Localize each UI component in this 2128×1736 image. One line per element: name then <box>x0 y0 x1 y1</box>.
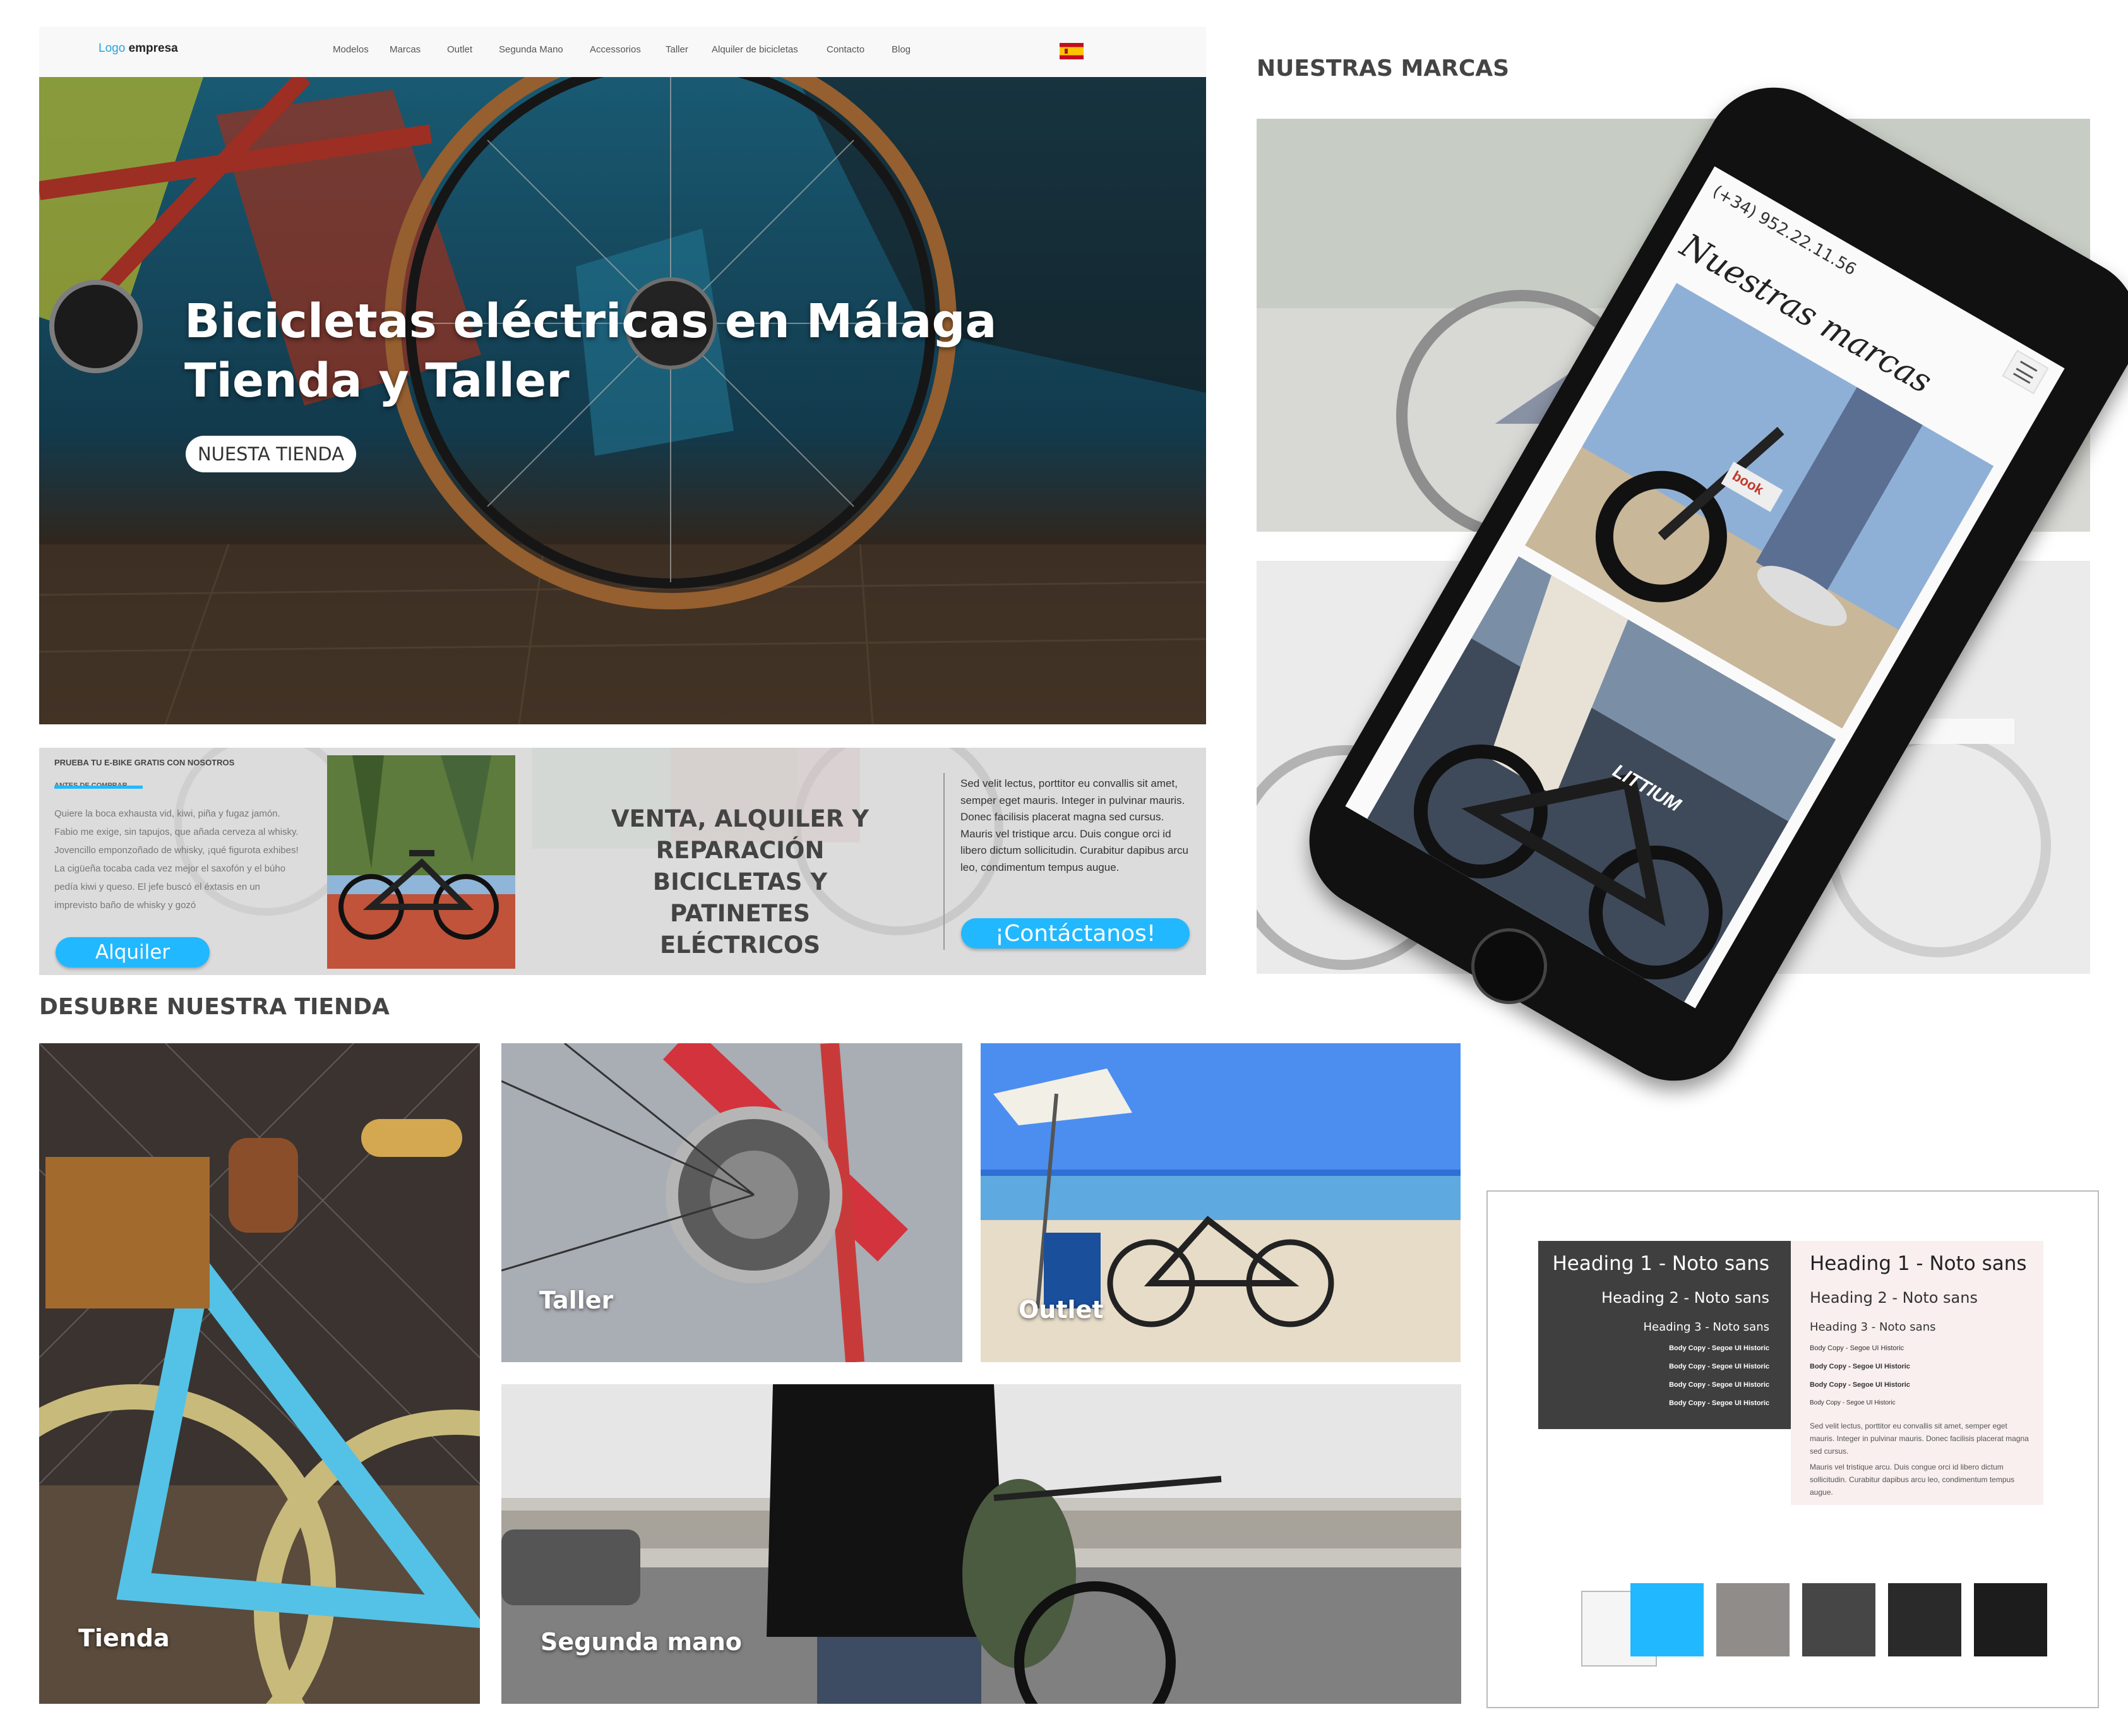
store-button[interactable]: NUESTA TIENDA <box>186 436 356 472</box>
light-body-2: Body Copy - Segoe UI Historic <box>1810 1363 1910 1370</box>
light-body-1: Body Copy - Segoe UI Historic <box>1810 1344 1904 1352</box>
contact-button[interactable]: ¡Contáctanos! <box>961 918 1190 949</box>
taller-tile[interactable]: Taller <box>501 1043 962 1362</box>
dark-body-1: Body Copy - Segoe UI Historic <box>1669 1344 1769 1352</box>
banner-divider <box>943 773 945 950</box>
light-paragraph-2: Mauris vel tristique arcu. Duis congue o… <box>1810 1463 2015 1497</box>
hero-title-line2: Tienda y Taller <box>184 354 570 408</box>
nav-item-contacto[interactable]: Contacto <box>827 44 864 55</box>
nav-item-segunda-mano[interactable]: Segunda Mano <box>499 44 563 55</box>
hero-banner: Bicicletas eléctricas en Málaga Tienda y… <box>39 77 1206 724</box>
taller-label: Taller <box>539 1286 614 1314</box>
nav-item-taller[interactable]: Taller <box>666 44 688 55</box>
dark-heading-3: Heading 3 - Noto sans <box>1643 1320 1769 1334</box>
logo[interactable]: Logo empresa <box>99 42 178 56</box>
logo-name: empresa <box>128 42 178 55</box>
swatch-mid-gray <box>1716 1583 1790 1656</box>
promo-banner: PRUEBA TU E-BIKE GRATIS CON NOSOTROS ANT… <box>39 748 1206 975</box>
logo-prefix: Logo <box>99 42 126 55</box>
dark-heading-2: Heading 2 - Noto sans <box>1601 1289 1769 1307</box>
light-body-3: Body Copy - Segoe UI Historic <box>1810 1381 1910 1389</box>
brands-section-title: NUESTRAS MARCAS <box>1257 56 1510 81</box>
segunda-mano-label: Segunda mano <box>541 1628 742 1656</box>
banner-right-text: Sed velit lectus, porttitor eu convallis… <box>960 777 1188 873</box>
hero-title: Bicicletas eléctricas en Málaga Tienda y… <box>184 292 1005 410</box>
banner-middle-heading: VENTA, ALQUILER Y REPARACIÓN BICICLETAS … <box>611 805 869 959</box>
light-paragraph-1: Sed velit lectus, porttitor eu convallis… <box>1810 1422 2029 1456</box>
light-heading-1: Heading 1 - Noto sans <box>1810 1252 2027 1275</box>
dark-body-3: Body Copy - Segoe UI Historic <box>1669 1381 1769 1389</box>
outlet-label: Outlet <box>1019 1296 1104 1324</box>
hamburger-menu-icon[interactable] <box>2002 349 2049 395</box>
spain-flag-icon[interactable] <box>1060 43 1084 59</box>
nav-item-outlet[interactable]: Outlet <box>447 44 472 55</box>
phone-mockup: (+34) 952.22.11.56 Nuestras marcas book <box>1284 62 2128 1106</box>
outlet-tile[interactable]: Outlet <box>981 1043 1461 1362</box>
store-section-title: DESUBRE NUESTRA TIENDA <box>39 994 390 1020</box>
phone-home-button <box>1471 928 1547 1004</box>
nav-item-accesorios[interactable]: Accessorios <box>590 44 641 55</box>
nav-item-blog[interactable]: Blog <box>892 44 911 55</box>
tienda-tile[interactable]: Tienda <box>39 1043 480 1704</box>
navbar: Logo empresa Modelos Marcas Outlet Segun… <box>39 27 1206 77</box>
swatch-charcoal <box>1888 1583 1961 1656</box>
light-heading-2: Heading 2 - Noto sans <box>1810 1289 1978 1307</box>
dark-body-2: Body Copy - Segoe UI Historic <box>1669 1363 1769 1370</box>
swatch-black <box>1974 1583 2047 1656</box>
nav-item-alquiler[interactable]: Alquiler de bicicletas <box>712 44 798 55</box>
swatch-accent-blue <box>1630 1583 1704 1656</box>
light-heading-3: Heading 3 - Noto sans <box>1810 1320 1936 1334</box>
light-body-4: Body Copy - Segoe UI Historic <box>1810 1399 1896 1406</box>
dark-heading-1: Heading 1 - Noto sans <box>1552 1252 1769 1275</box>
style-guide-light-panel: Heading 1 - Noto sans Heading 2 - Noto s… <box>1791 1241 2043 1505</box>
style-guide-card: Heading 1 - Noto sans Heading 2 - Noto s… <box>1486 1190 2099 1708</box>
alquiler-button[interactable]: Alquiler <box>56 937 210 967</box>
banner-underline <box>54 786 143 789</box>
nav-item-marcas[interactable]: Marcas <box>390 44 421 55</box>
banner-paragraph: Quiere la boca exhausta vid, kiwi, piña … <box>54 808 299 911</box>
banner-kicker: PRUEBA TU E-BIKE GRATIS CON NOSOTROS <box>54 758 235 767</box>
style-guide-dark-panel: Heading 1 - Noto sans Heading 2 - Noto s… <box>1538 1241 1791 1429</box>
segunda-mano-tile[interactable]: Segunda mano <box>501 1384 1461 1704</box>
dark-body-4: Body Copy - Segoe UI Historic <box>1669 1399 1769 1407</box>
hero-title-line1: Bicicletas eléctricas en Málaga <box>184 294 997 349</box>
nav-item-modelos[interactable]: Modelos <box>333 44 369 55</box>
banner-ebike-photo <box>327 755 515 969</box>
tienda-label: Tienda <box>78 1624 170 1652</box>
swatch-dark-gray <box>1802 1583 1875 1656</box>
